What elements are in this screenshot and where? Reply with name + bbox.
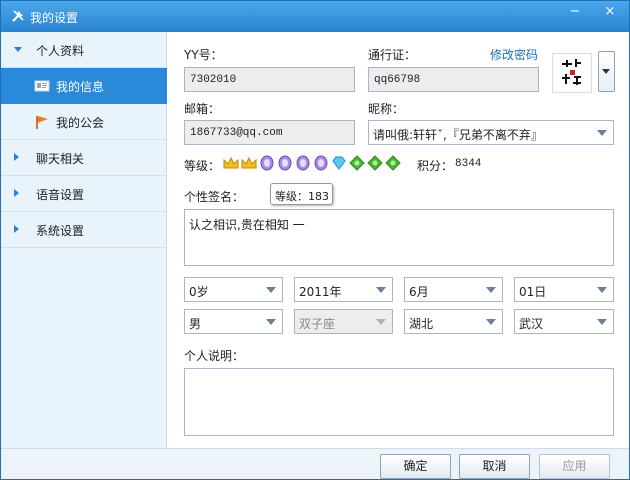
nickname-value: 请叫俄:轩轩ˇ,『兄弟不离不弃』 (373, 128, 543, 142)
sun-icon (367, 155, 383, 171)
settings-window: 我的设置 − × 个人资料 我的信息 我的公会 聊天相关 语音设置 系统设置 Y… (0, 0, 630, 480)
sidebar-section-chat[interactable]: 聊天相关 (1, 140, 167, 176)
gender-value: 男 (189, 317, 202, 331)
change-password-link[interactable]: 修改密码 (490, 46, 538, 63)
chevron-down-icon (597, 130, 607, 136)
chevron-down-icon (486, 319, 496, 325)
zodiac-value: 双子座 (299, 317, 336, 331)
cancel-button[interactable]: 取消 (459, 454, 530, 479)
description-input[interactable] (184, 368, 614, 436)
city-select[interactable]: 武汉 (514, 309, 614, 334)
email-field: 1867733@qq.com (184, 120, 355, 145)
nickname-label: 昵称： (368, 102, 405, 116)
month-value: 6月 (409, 285, 429, 299)
sidebar-section-voice[interactable]: 语音设置 (1, 176, 167, 212)
sidebar-section-label: 语音设置 (36, 188, 85, 202)
points-value: 8344 (455, 158, 482, 170)
sidebar-item-my-info[interactable]: 我的信息 (1, 68, 167, 104)
sidebar-item-my-guild[interactable]: 我的公会 (1, 104, 167, 140)
province-select[interactable]: 湖北 (404, 309, 503, 334)
no-smoking-avatar-icon (562, 59, 581, 85)
chevron-down-icon (266, 319, 276, 325)
signature-input[interactable]: 认之相识,贵在相知 一 (184, 209, 614, 266)
month-select[interactable]: 6月 (404, 277, 503, 302)
level-tooltip: 等级：183 (270, 183, 333, 205)
sidebar: 个人资料 我的信息 我的公会 聊天相关 语音设置 系统设置 (1, 32, 167, 448)
crown-icon (241, 156, 257, 169)
province-value: 湖北 (409, 317, 434, 331)
sidebar-item-label: 我的信息 (56, 80, 105, 94)
yy-number-field: 7302010 (184, 67, 355, 92)
sun-icon (385, 155, 401, 171)
points-label: 积分： (417, 159, 454, 173)
day-select[interactable]: 01日 (514, 277, 614, 302)
window-title: 我的设置 (30, 11, 79, 25)
chevron-down-icon (597, 287, 607, 293)
chevron-down-icon (14, 47, 22, 52)
sidebar-section-profile[interactable]: 个人资料 (1, 32, 167, 68)
day-value: 01日 (519, 285, 547, 299)
sidebar-section-label: 个人资料 (36, 44, 85, 58)
moon-icon (260, 155, 274, 171)
yy-number-label: YY号： (184, 48, 223, 62)
sun-icon (349, 155, 365, 171)
title-bar[interactable]: 我的设置 − × (1, 1, 629, 32)
level-badges[interactable] (222, 155, 402, 173)
crown-icon (223, 156, 239, 169)
description-label: 个人说明： (184, 349, 245, 363)
age-value: 0岁 (189, 285, 209, 299)
minimize-button[interactable]: − (561, 3, 589, 23)
sidebar-section-system[interactable]: 系统设置 (1, 212, 167, 248)
diamond-icon (332, 156, 346, 170)
sidebar-section-label: 系统设置 (36, 224, 85, 238)
id-card-icon (34, 80, 50, 92)
sidebar-item-label: 我的公会 (56, 116, 105, 130)
flag-icon (36, 116, 48, 129)
year-value: 2011年 (299, 285, 342, 299)
chevron-down-icon (602, 69, 610, 74)
gender-select[interactable]: 男 (184, 309, 283, 334)
sidebar-section-label: 聊天相关 (36, 152, 85, 166)
moon-icon (278, 155, 292, 171)
nickname-select[interactable]: 请叫俄:轩轩ˇ,『兄弟不离不弃』 (368, 120, 614, 145)
zodiac-select: 双子座 (294, 309, 393, 334)
chevron-down-icon (266, 287, 276, 293)
chevron-right-icon (14, 153, 19, 161)
age-select[interactable]: 0岁 (184, 277, 283, 302)
level-label: 等级： (184, 159, 221, 173)
apply-button[interactable]: 应用 (539, 454, 610, 479)
signature-label: 个性签名： (184, 190, 245, 204)
chevron-down-icon (486, 287, 496, 293)
chevron-right-icon (14, 189, 19, 197)
email-label: 邮箱： (184, 102, 221, 116)
chevron-right-icon (14, 225, 19, 233)
moon-icon (296, 155, 310, 171)
chevron-down-icon (376, 319, 386, 325)
year-select[interactable]: 2011年 (294, 277, 393, 302)
chevron-down-icon (376, 287, 386, 293)
passport-field: qq66798 (368, 67, 539, 92)
chevron-down-icon (597, 319, 607, 325)
close-button[interactable]: × (596, 3, 624, 23)
city-value: 武汉 (519, 317, 544, 331)
moon-icon (314, 155, 328, 171)
passport-label: 通行证： (368, 48, 417, 62)
ok-button[interactable]: 确定 (380, 454, 451, 479)
avatar[interactable] (552, 53, 592, 93)
avatar-dropdown-button[interactable] (598, 51, 615, 92)
footer-bar: 确定 取消 应用 (1, 448, 629, 479)
tools-icon (12, 10, 24, 22)
